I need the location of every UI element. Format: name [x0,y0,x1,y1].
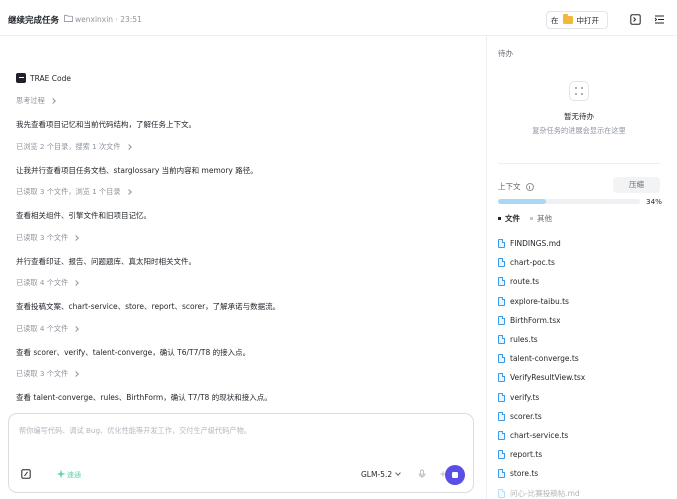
agent-brand: TRAE Code [16,73,71,83]
file-item[interactable]: store.ts [498,464,668,483]
file-icon [498,430,505,440]
panel-toggle-icon[interactable] [630,14,641,25]
workspace-name: wenxinxin [75,15,114,24]
file-item[interactable]: 问心-比赛投稿帖.md [498,483,668,499]
file-icon [498,469,505,479]
file-icon [498,258,505,268]
task-time: 23:51 [120,15,142,24]
chevron-right-icon [73,280,80,286]
assistant-message: 查看 scorer、verify、talent-converge，确认 T6/T… [16,348,251,357]
composer-toolbar: 速通 GLM-5.2 [19,465,465,485]
open-in-label: 中打开 [576,15,600,25]
context-usage-bar [498,199,640,204]
compress-button[interactable]: 压缩 [613,177,660,193]
assistant-message: 并行查看印证、报告、问题题库、真太阳时相关文件。 [16,257,196,266]
info-icon[interactable] [525,182,534,191]
thinking-toggle[interactable]: 思考过程 [16,96,56,106]
file-icon [498,488,505,498]
attach-image-icon[interactable] [21,469,31,479]
file-icon [498,411,505,421]
chat-composer[interactable]: 帮你编写代码、调试 Bug、优化性能等开发工作，交付生产级代码产物。 速通 GL… [8,413,474,493]
context-usage-fill [498,199,547,204]
tool-summary[interactable]: 已读取 3 个文件 [16,233,80,243]
tab-other[interactable]: 其他 [530,213,552,224]
composer-input[interactable]: 帮你编写代码、调试 Bug、优化性能等开发工作，交付生产级代码产物。 [19,426,251,436]
file-item[interactable]: scorer.ts [498,407,668,426]
open-in-prefix: 在 [551,15,559,25]
list-menu-icon[interactable] [654,14,665,25]
chevron-right-icon [73,371,80,377]
file-icon [498,354,505,364]
file-item[interactable]: verify.ts [498,388,668,407]
todo-empty-icon [569,81,589,101]
chevron-right-icon [73,235,80,241]
folder-icon [562,14,573,24]
file-item[interactable]: chart-poc.ts [498,253,668,272]
context-title: 上下文 [498,182,521,191]
file-icon [498,373,505,383]
context-usage-percent: 34% [646,197,662,206]
file-item[interactable]: chart-service.ts [498,426,668,445]
file-item[interactable]: route.ts [498,272,668,291]
tab-other-label: 其他 [537,214,552,223]
open-in-button[interactable]: 在 中打开 [546,11,608,29]
todo-empty-subtitle: 复杂任务的进展会显示在这里 [532,126,626,135]
assistant-message: 查看 talent-converge、rules、BirthForm，确认 T7… [16,393,272,402]
task-subtitle: wenxinxin · 23:51 [75,15,142,24]
chevron-right-icon [125,144,132,150]
file-item[interactable]: explore-taibu.ts [498,292,668,311]
task-title: 继续完成任务 [8,16,60,26]
right-sidebar: 待办 暂无待办 复杂任务的进展会显示在这里 上下文 压缩 34% 文件 其他 F… [487,36,677,499]
sparkle-icon[interactable] [56,469,66,479]
context-tabs: 文件 其他 [498,213,552,224]
todo-title: 待办 [498,49,513,58]
subtitle-separator: · [115,15,118,24]
sidebar-divider [498,163,660,164]
file-icon [498,450,505,460]
file-item[interactable]: rules.ts [498,330,668,349]
tool-summary[interactable]: 已读取 4 个文件 [16,324,80,334]
stop-icon [452,472,458,478]
file-icon [498,335,505,345]
file-item[interactable]: BirthForm.tsx [498,311,668,330]
tool-summary[interactable]: 已浏览 2 个目录，搜索 1 次文件 [16,142,132,152]
tab-marker [530,217,533,220]
quick-mode-label[interactable]: 速通 [67,470,81,480]
todo-empty-title: 暂无待办 [564,112,594,121]
chevron-right-icon [49,98,56,104]
stop-generation-button[interactable] [445,465,465,485]
context-file-list: FINDINGS.md chart-poc.ts route.ts explor… [498,234,668,499]
assistant-message: 查看相关组件、引擎文件和旧项目记忆。 [16,211,151,220]
file-item[interactable]: talent-converge.ts [498,349,668,368]
assistant-message: 我先查看项目记忆和当前代码结构，了解任务上下文。 [16,120,196,129]
tool-summary[interactable]: 已读取 3 个文件，浏览 1 个目录 [16,187,132,197]
top-bar: 继续完成任务 wenxinxin · 23:51 在 中打开 [0,0,677,36]
model-selector[interactable]: GLM-5.2 [361,470,401,479]
file-icon [498,296,505,306]
file-item[interactable]: VerifyResultView.tsx [498,368,668,387]
tab-marker [498,217,501,220]
tool-summary[interactable]: 已读取 4 个文件 [16,278,80,288]
file-icon [498,392,505,402]
model-name: GLM-5.2 [361,470,393,479]
file-item[interactable]: report.ts [498,445,668,464]
tab-files[interactable]: 文件 [498,213,520,224]
assistant-message: 让我并行查看项目任务文档、starglossary 当前内容和 memory 路… [16,166,258,175]
tab-files-label: 文件 [505,214,520,223]
agent-brand-label: TRAE Code [30,73,71,83]
chevron-down-icon [395,470,401,476]
file-icon [498,277,505,287]
file-icon [498,239,505,249]
file-item[interactable]: FINDINGS.md [498,234,668,253]
trae-logo-icon [16,73,26,83]
microphone-icon[interactable] [417,469,427,479]
chevron-right-icon [73,326,80,332]
folder-outline-icon [64,14,73,22]
tool-summary[interactable]: 已读取 3 个文件 [16,369,80,379]
file-icon [498,315,505,325]
assistant-message: 查看投稿文案、chart-service、store、report、scorer… [16,302,281,311]
chevron-right-icon [125,189,132,195]
context-header: 上下文 [498,181,534,192]
